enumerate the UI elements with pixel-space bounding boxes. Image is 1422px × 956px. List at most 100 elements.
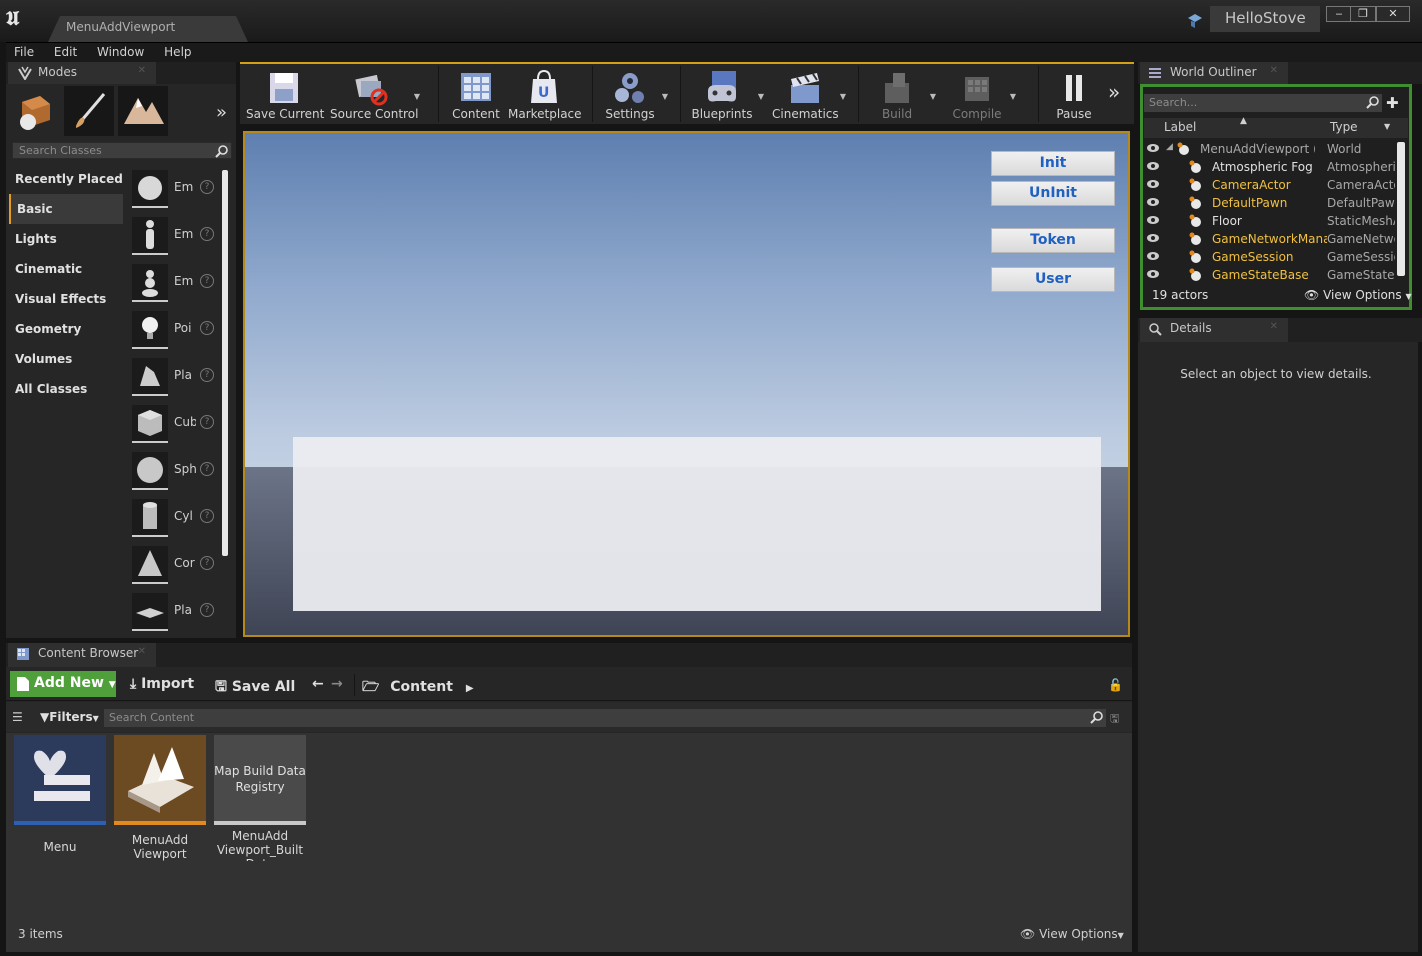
outliner-row[interactable]: GameNetworkManag GameNetwo xyxy=(1144,230,1396,248)
paint-mode-button[interactable] xyxy=(64,86,114,136)
build-button[interactable]: Build ▼ xyxy=(866,64,936,124)
menu-window[interactable]: Window xyxy=(89,43,152,59)
content-button[interactable]: Content xyxy=(446,64,506,124)
visibility-eye-icon[interactable] xyxy=(1146,268,1160,280)
help-icon[interactable]: ? xyxy=(200,227,214,241)
outliner-row[interactable]: GameSession GameSessio xyxy=(1144,248,1396,266)
help-icon[interactable]: ? xyxy=(200,462,214,476)
dropdown-arrow-icon[interactable]: ▼ xyxy=(840,92,846,101)
cinematics-button[interactable]: Cinematics ▼ xyxy=(772,64,846,124)
outliner-scrollbar[interactable] xyxy=(1397,142,1405,276)
asset-tile-menu[interactable] xyxy=(14,735,106,825)
modes-scrollbar[interactable] xyxy=(222,170,228,556)
maximize-button[interactable]: ❐ xyxy=(1350,6,1376,22)
help-icon[interactable]: ? xyxy=(200,556,214,570)
history-forward-button[interactable]: → xyxy=(331,676,343,692)
place-item[interactable]: Pla? xyxy=(128,356,220,400)
visibility-eye-icon[interactable] xyxy=(1146,232,1160,244)
menu-edit[interactable]: Edit xyxy=(46,43,85,59)
asset-tile-menuadd-viewport[interactable] xyxy=(114,735,206,825)
lock-icon[interactable]: 🔓 xyxy=(1108,678,1123,692)
place-item[interactable]: Sph? xyxy=(128,450,220,494)
help-icon[interactable]: ? xyxy=(200,180,214,194)
asset-tile-built-data[interactable]: Map Build Data Registry xyxy=(214,735,306,825)
document-tab[interactable]: MenuAddViewport xyxy=(48,16,248,42)
world-outliner-tab[interactable]: World Outliner ✕ xyxy=(1140,62,1288,84)
category-volumes[interactable]: Volumes xyxy=(9,344,123,374)
blueprints-button[interactable]: Blueprints ▼ xyxy=(688,64,764,124)
add-folder-icon[interactable]: ✚ xyxy=(1386,94,1406,112)
outliner-row[interactable]: DefaultPawn DefaultPawn xyxy=(1144,194,1396,212)
content-browser-tab[interactable]: Content Browser ✕ xyxy=(8,643,156,667)
visibility-eye-icon[interactable] xyxy=(1146,214,1160,226)
save-current-button[interactable]: Save Current xyxy=(246,64,324,124)
category-recently-placed[interactable]: Recently Placed xyxy=(9,164,123,194)
minimize-button[interactable]: ‒ xyxy=(1326,6,1352,22)
search-content-input[interactable]: Search Content xyxy=(104,709,1106,727)
category-visual-effects[interactable]: Visual Effects xyxy=(9,284,123,314)
search-classes-input[interactable]: Search Classes xyxy=(12,142,232,159)
menu-help[interactable]: Help xyxy=(156,43,199,59)
path-content-folder[interactable]: 🗁 Content ▶ xyxy=(362,676,474,700)
outliner-row[interactable]: CameraActor CameraActo xyxy=(1144,176,1396,194)
outliner-view-options[interactable]: 👁 View Options ▼ xyxy=(1304,288,1412,302)
visibility-eye-icon[interactable] xyxy=(1146,250,1160,262)
visibility-eye-icon[interactable] xyxy=(1146,196,1160,208)
pause-button[interactable]: Pause xyxy=(1046,64,1102,124)
save-search-icon[interactable]: 🖫 xyxy=(1110,710,1119,729)
place-item[interactable]: Cub? xyxy=(128,403,220,447)
level-viewport[interactable]: Init UnInit Token User xyxy=(243,131,1130,637)
place-item[interactable]: Cyl? xyxy=(128,497,220,541)
init-button[interactable]: Init xyxy=(991,151,1115,176)
close-icon[interactable]: ✕ xyxy=(1270,321,1278,332)
dropdown-arrow-icon[interactable]: ▼ xyxy=(930,92,936,101)
more-toolbar-icon[interactable]: » xyxy=(1108,80,1120,104)
marketplace-button[interactable]: U Marketplace xyxy=(508,64,582,124)
place-item[interactable]: Em? xyxy=(128,215,220,259)
filters-button[interactable]: ▼Filters▼ xyxy=(40,710,99,724)
category-basic[interactable]: Basic xyxy=(9,194,123,224)
details-tab[interactable]: Details ✕ xyxy=(1140,318,1288,342)
category-cinematic[interactable]: Cinematic xyxy=(9,254,123,284)
sources-toggle-icon[interactable]: ☰ xyxy=(12,710,23,724)
close-window-button[interactable]: ✕ xyxy=(1376,6,1410,22)
visibility-eye-icon[interactable] xyxy=(1146,142,1160,154)
help-icon[interactable]: ? xyxy=(200,603,214,617)
add-new-button[interactable]: Add New ▼ xyxy=(10,671,116,697)
help-icon[interactable]: ? xyxy=(200,415,214,429)
outliner-row[interactable]: GameStateBase GameStateB xyxy=(1144,266,1396,284)
outliner-row[interactable]: Atmospheric Fog Atmospheric xyxy=(1144,158,1396,176)
help-icon[interactable]: ? xyxy=(200,368,214,382)
close-icon[interactable]: ✕ xyxy=(1270,65,1278,76)
import-button[interactable]: ⤓ Import xyxy=(130,676,194,692)
compile-button[interactable]: Compile ▼ xyxy=(946,64,1016,124)
help-icon[interactable]: ? xyxy=(200,321,214,335)
place-item[interactable]: Pla? xyxy=(128,591,220,635)
token-button[interactable]: Token xyxy=(991,228,1115,253)
outliner-search-input[interactable]: Search... xyxy=(1144,94,1382,112)
outliner-row[interactable]: Floor StaticMeshA xyxy=(1144,212,1396,230)
content-view-options[interactable]: 👁 View Options▼ xyxy=(1020,927,1124,941)
settings-button[interactable]: Settings ▼ xyxy=(600,64,668,124)
dropdown-arrow-icon[interactable]: ▼ xyxy=(758,92,764,101)
user-button[interactable]: User xyxy=(991,267,1115,292)
dropdown-arrow-icon[interactable]: ▼ xyxy=(1010,92,1016,101)
label-column-header[interactable]: Label xyxy=(1164,120,1196,134)
type-column-header[interactable]: Type xyxy=(1330,120,1358,134)
category-lights[interactable]: Lights xyxy=(9,224,123,254)
more-modes-icon[interactable]: » xyxy=(216,102,227,123)
place-mode-button[interactable] xyxy=(10,86,60,136)
save-all-button[interactable]: 🖫 Save All xyxy=(215,676,295,700)
visibility-eye-icon[interactable] xyxy=(1146,178,1160,190)
close-icon[interactable]: ✕ xyxy=(138,65,146,76)
dropdown-arrow-icon[interactable]: ▼ xyxy=(414,92,420,101)
place-item[interactable]: Em? xyxy=(128,262,220,306)
landscape-mode-button[interactable] xyxy=(118,86,168,136)
expand-arrow-icon[interactable]: ◢ xyxy=(1166,142,1173,152)
help-icon[interactable]: ? xyxy=(200,274,214,288)
place-item[interactable]: Cor? xyxy=(128,544,220,588)
history-back-button[interactable]: ← xyxy=(312,676,324,692)
dropdown-arrow-icon[interactable]: ▼ xyxy=(662,92,668,101)
visibility-eye-icon[interactable] xyxy=(1146,160,1160,172)
modes-tab[interactable]: Modes ✕ xyxy=(8,62,156,84)
